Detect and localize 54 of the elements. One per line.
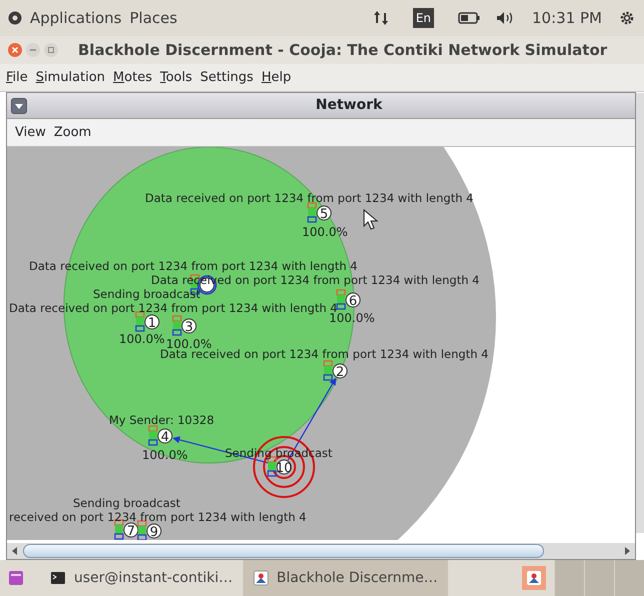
app-icon[interactable] [522, 566, 546, 590]
taskbar-item[interactable]: user@instant-contiki… [40, 560, 243, 596]
menu-item[interactable]: View [15, 122, 46, 142]
menu-item[interactable]: Help [261, 68, 292, 88]
workspace-switcher-cell[interactable] [554, 560, 584, 596]
minimize-button[interactable] [26, 43, 40, 57]
mote-id: 1 [148, 316, 156, 331]
terminal-icon [50, 570, 66, 586]
mote-reading: 100.0% [142, 448, 188, 462]
workspace-switcher-cell[interactable] [584, 560, 614, 596]
scroll-right-icon[interactable] [623, 547, 631, 555]
menu-item[interactable]: Zoom [54, 122, 92, 142]
workspace-switcher-cell[interactable] [614, 560, 644, 596]
caret-icon [14, 102, 24, 110]
mote-id: 2 [336, 365, 344, 380]
mote-id: 5 [320, 207, 328, 222]
battery-icon[interactable] [458, 12, 480, 24]
taskbar-item[interactable]: Blackhole Discernme… [242, 560, 448, 596]
menu-item[interactable]: Simulation [36, 68, 106, 88]
mote-output-text: Sending broadcast [93, 287, 200, 301]
power-gear-icon[interactable] [618, 9, 636, 27]
mote-reading: 100.0% [302, 225, 348, 239]
mote-output-text: received on port 1234 from port 1234 with length 4 [9, 510, 306, 524]
menu-item[interactable]: Settings [200, 68, 254, 88]
panel-menu[interactable]: Applications [30, 6, 122, 30]
show-desktop-icon[interactable] [8, 570, 24, 586]
panel-menu[interactable]: Places [130, 6, 178, 30]
panel-title: Network [314, 96, 384, 115]
mouse-pointer-icon [364, 208, 378, 230]
logo-icon[interactable] [8, 11, 22, 25]
scroll-left-icon[interactable] [11, 547, 19, 555]
mote-id: 9 [150, 525, 158, 540]
window-title: Blackhole Discernment - Cooja: The Contiki Network Simulator [78, 40, 608, 61]
clock[interactable]: 10:31 PM [532, 6, 602, 30]
network-icon[interactable] [372, 9, 389, 27]
horizontal-scrollbar[interactable] [7, 543, 635, 559]
vertical-scrollbar[interactable] [636, 93, 644, 533]
mote-reading: 100.0% [119, 332, 165, 346]
mote-output-text: Data received on port 1234 from port 1234 with length 4 [29, 259, 358, 273]
maximize-button[interactable] [44, 43, 58, 57]
mote-reading: 100.0% [329, 311, 375, 325]
panel-menu-button[interactable] [11, 98, 27, 114]
menu-item[interactable]: Motes [113, 68, 152, 88]
mote-output-text: My Sender: 10328 [109, 413, 214, 427]
mote-id: 7 [126, 524, 136, 539]
mote-id: 3 [184, 320, 194, 335]
app-icon [252, 570, 269, 586]
menu-item[interactable]: Tools [160, 68, 192, 88]
mote-id: 6 [348, 294, 358, 309]
mote-output-text: Sending broadcast [73, 496, 180, 510]
keyboard-indicator[interactable]: En [412, 8, 434, 28]
menu-item[interactable]: File [6, 68, 28, 88]
mote-id: 4 [160, 430, 170, 445]
close-button[interactable] [8, 43, 22, 57]
